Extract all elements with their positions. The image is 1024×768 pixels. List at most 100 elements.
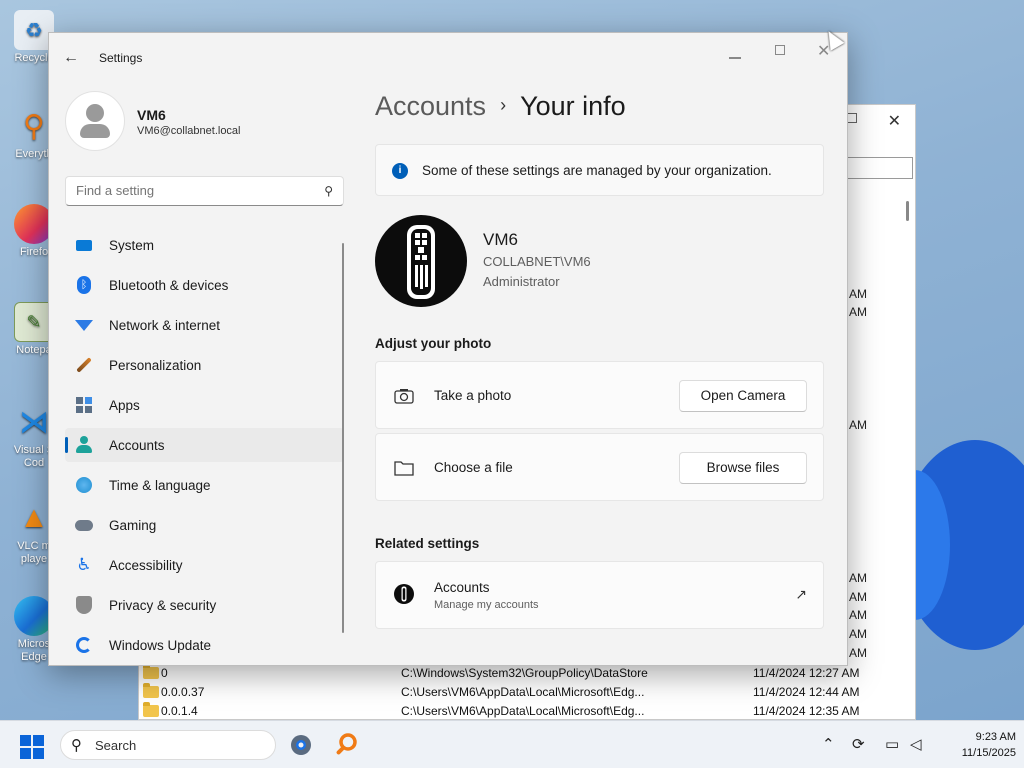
file-row[interactable]: 0.0.1.4 C:\Users\VM6\AppData\Local\Micro… — [139, 702, 899, 721]
file-modified: 11/4/2024 12:27 AM — [753, 666, 860, 680]
sidebar-item-time-language[interactable]: Time & language — [65, 468, 344, 502]
taskbar-search[interactable]: ⚲ Search — [60, 730, 276, 760]
related-settings-heading: Related settings — [375, 536, 480, 551]
file-row[interactable]: 0.0.0.37 C:\Users\VM6\AppData\Local\Micr… — [139, 683, 899, 702]
sidebar-item-label: Apps — [109, 398, 140, 413]
sidebar-item-label: Personalization — [109, 358, 202, 373]
sidebar-item-gaming[interactable]: Gaming — [65, 508, 344, 542]
browse-files-button[interactable]: Browse files — [679, 452, 807, 484]
file-name: 0.0.0.37 — [161, 685, 205, 699]
wifi-icon — [75, 316, 93, 334]
take-photo-label: Take a photo — [434, 388, 512, 403]
choose-file-card: Choose a file Browse files — [375, 433, 824, 501]
account-domain: COLLABNET\VM6 — [483, 254, 591, 269]
maximize-icon[interactable] — [847, 113, 857, 123]
scrollbar[interactable] — [906, 201, 909, 221]
file-path: C:\Users\VM6\AppData\Local\Microsoft\Edg… — [401, 685, 645, 699]
sidebar-item-label: Network & internet — [109, 318, 221, 333]
modified-time-fragment: AM — [849, 305, 867, 319]
windows-start-icon[interactable] — [20, 735, 44, 759]
file-name: 0.0.1.4 — [161, 704, 198, 718]
modified-time-fragment: AM — [849, 590, 867, 604]
sidebar-item-accounts[interactable]: Accounts — [65, 428, 344, 462]
modified-time-fragment: AM — [849, 418, 867, 432]
back-arrow-icon[interactable]: ← — [63, 49, 83, 67]
search-input[interactable] — [76, 183, 306, 198]
modified-time-fragment: AM — [849, 571, 867, 585]
person-body-shape — [80, 124, 110, 138]
related-accounts-link[interactable]: Accounts Manage my accounts ↗ — [375, 561, 824, 629]
chevron-up-icon[interactable]: ⌃ — [822, 735, 835, 753]
taskbar-search-label: Search — [95, 738, 137, 753]
monitor-icon — [75, 236, 93, 254]
choose-file-label: Choose a file — [434, 460, 513, 475]
everything-search-icon[interactable] — [332, 731, 360, 759]
account-picture-small — [394, 584, 414, 604]
sidebar-scrollbar[interactable] — [342, 243, 344, 633]
sidebar-item-system[interactable]: System — [65, 228, 344, 262]
search-box[interactable] — [847, 157, 913, 179]
sidebar-item-apps[interactable]: Apps — [65, 388, 344, 422]
sync-icon[interactable]: ⟳ — [852, 735, 865, 753]
sidebar-item-network[interactable]: Network & internet — [65, 308, 344, 342]
sidebar-nav: System ᛒ Bluetooth & devices Network & i… — [65, 228, 344, 668]
avatar[interactable] — [65, 91, 125, 151]
bluetooth-icon: ᛒ — [75, 276, 93, 294]
sidebar-item-label: Time & language — [109, 478, 211, 493]
sidebar-item-label: Windows Update — [109, 638, 212, 653]
related-subtitle: Manage my accounts — [434, 599, 539, 611]
sidebar-item-label: Gaming — [109, 518, 157, 533]
external-link-icon[interactable]: ↗ — [795, 586, 807, 603]
page-title: Your info — [520, 91, 626, 121]
settings-gear-icon[interactable] — [287, 731, 315, 759]
apps-icon — [75, 396, 93, 414]
person-icon — [75, 436, 93, 454]
system-clock[interactable]: 9:23 AM 11/15/2025 — [936, 729, 1016, 761]
file-path: C:\Windows\System32\GroupPolicy\DataStor… — [401, 666, 648, 680]
user-email: VM6@collabnet.local — [137, 125, 241, 137]
settings-window[interactable]: ← Settings ✕ VM6 VM6@collabnet.local ⚲ S… — [48, 32, 848, 666]
brush-icon — [75, 356, 93, 374]
minimize-icon[interactable] — [729, 57, 741, 59]
update-icon — [75, 636, 93, 654]
accessibility-icon: ♿ — [76, 555, 92, 574]
banner-text: Some of these settings are managed by yo… — [422, 163, 772, 178]
file-modified: 11/4/2024 12:35 AM — [753, 704, 860, 718]
file-modified: 11/4/2024 12:44 AM — [753, 685, 860, 699]
search-icon[interactable]: ⚲ — [324, 184, 333, 198]
account-name: VM6 — [483, 230, 518, 249]
folder-icon — [143, 664, 159, 679]
clock-time: 9:23 AM — [975, 731, 1016, 743]
info-icon: i — [392, 163, 408, 179]
title-bar[interactable]: ← Settings ✕ — [49, 33, 847, 81]
open-camera-button[interactable]: Open Camera — [679, 380, 807, 412]
clock-date: 11/15/2025 — [961, 747, 1016, 759]
modified-time-fragment: AM — [849, 646, 867, 660]
account-picture — [375, 215, 467, 307]
find-setting-search[interactable]: ⚲ — [65, 176, 344, 206]
maximize-icon[interactable] — [775, 45, 785, 55]
sidebar-item-windows-update[interactable]: Windows Update — [65, 628, 344, 662]
search-icon: ⚲ — [71, 737, 82, 754]
sidebar-item-accessibility[interactable]: ♿ Accessibility — [65, 548, 344, 582]
sidebar-item-personalization[interactable]: Personalization — [65, 348, 344, 382]
volume-muted-icon[interactable]: ◁ — [910, 735, 922, 753]
sidebar-item-label: Privacy & security — [109, 598, 217, 613]
sidebar-item-privacy-security[interactable]: Privacy & security — [65, 588, 344, 622]
modified-time-fragment: AM — [849, 608, 867, 622]
user-name: VM6 — [137, 107, 166, 123]
remote-control-icon — [407, 225, 435, 299]
network-icon[interactable]: ▭ — [885, 735, 899, 753]
sidebar-item-label: Bluetooth & devices — [109, 278, 229, 293]
sidebar-item-bluetooth[interactable]: ᛒ Bluetooth & devices — [65, 268, 344, 302]
take-photo-card: Take a photo Open Camera — [375, 361, 824, 429]
breadcrumb-parent[interactable]: Accounts — [375, 91, 486, 121]
window-title: Settings — [99, 51, 143, 65]
close-icon[interactable]: ✕ — [888, 111, 901, 131]
managed-by-org-banner: i Some of these settings are managed by … — [375, 144, 824, 196]
taskbar: ⚲ Search ⌃ ⟳ ▭ ◁ 9:23 AM 11/15/2025 — [0, 720, 1024, 768]
person-icon — [86, 104, 104, 122]
breadcrumb: Accounts › Your info — [375, 91, 626, 122]
breadcrumb-separator: › — [500, 95, 507, 115]
gamepad-icon — [75, 516, 93, 534]
